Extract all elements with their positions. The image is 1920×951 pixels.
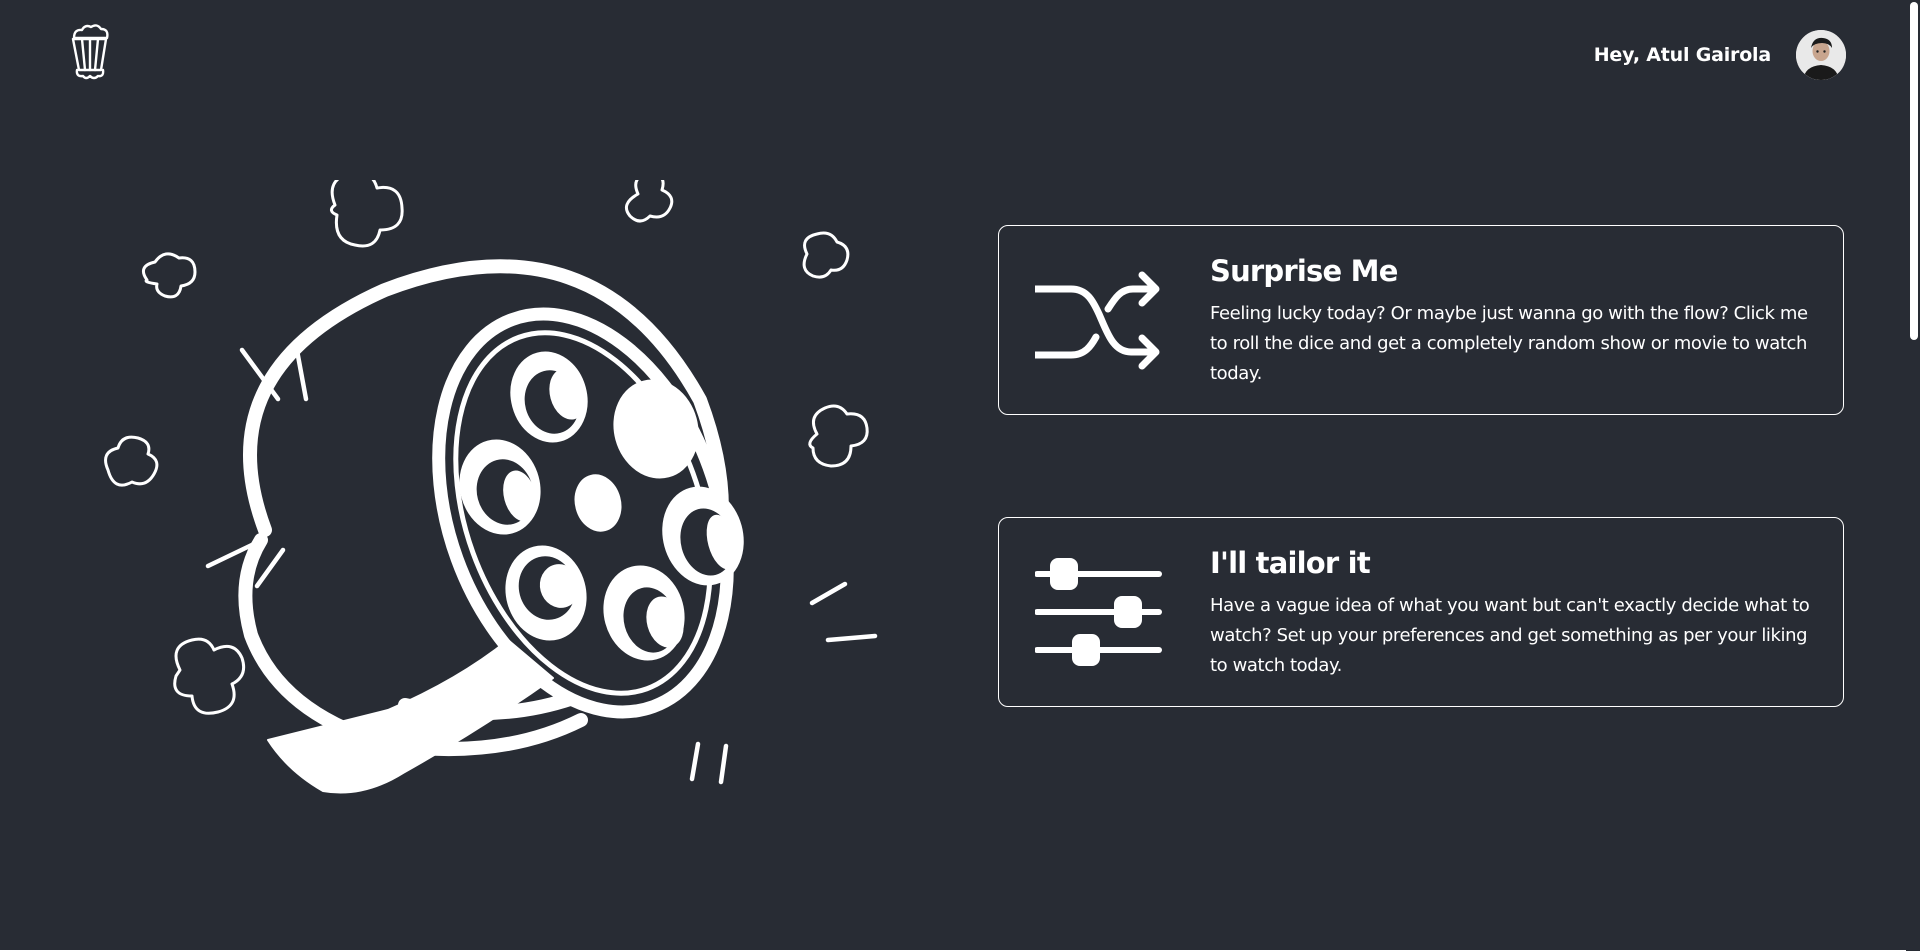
surprise-me-card[interactable]: Surprise Me Feeling lucky today? Or mayb… bbox=[998, 225, 1844, 415]
vertical-scrollbar[interactable] bbox=[1906, 0, 1920, 951]
user-greeting: Hey, Atul Gairola bbox=[1593, 44, 1771, 66]
tailor-it-title: I'll tailor it bbox=[1210, 546, 1371, 580]
surprise-me-description: Feeling lucky today? Or maybe just wanna… bbox=[1210, 302, 1808, 384]
shuffle-icon bbox=[1031, 262, 1163, 380]
user-menu[interactable]: Hey, Atul Gairola bbox=[1594, 28, 1846, 82]
tailor-it-card[interactable]: I'll tailor it Have a vague idea of what… bbox=[998, 517, 1844, 707]
surprise-me-text: Surprise Me Feeling lucky today? Or mayb… bbox=[1210, 254, 1818, 389]
user-avatar-icon[interactable] bbox=[1796, 30, 1846, 80]
sliders-icon bbox=[1034, 554, 1163, 672]
film-reel-illustration bbox=[90, 170, 890, 820]
popcorn-logo-icon[interactable] bbox=[68, 24, 112, 80]
scrollbar-thumb[interactable] bbox=[1910, 2, 1918, 340]
page: Hey, Atul Gairola Surprise Me Feeling lu… bbox=[0, 0, 1920, 951]
surprise-me-title: Surprise Me bbox=[1210, 254, 1398, 288]
tailor-it-description: Have a vague idea of what you want but c… bbox=[1210, 594, 1810, 676]
tailor-it-text: I'll tailor it Have a vague idea of what… bbox=[1210, 546, 1818, 681]
